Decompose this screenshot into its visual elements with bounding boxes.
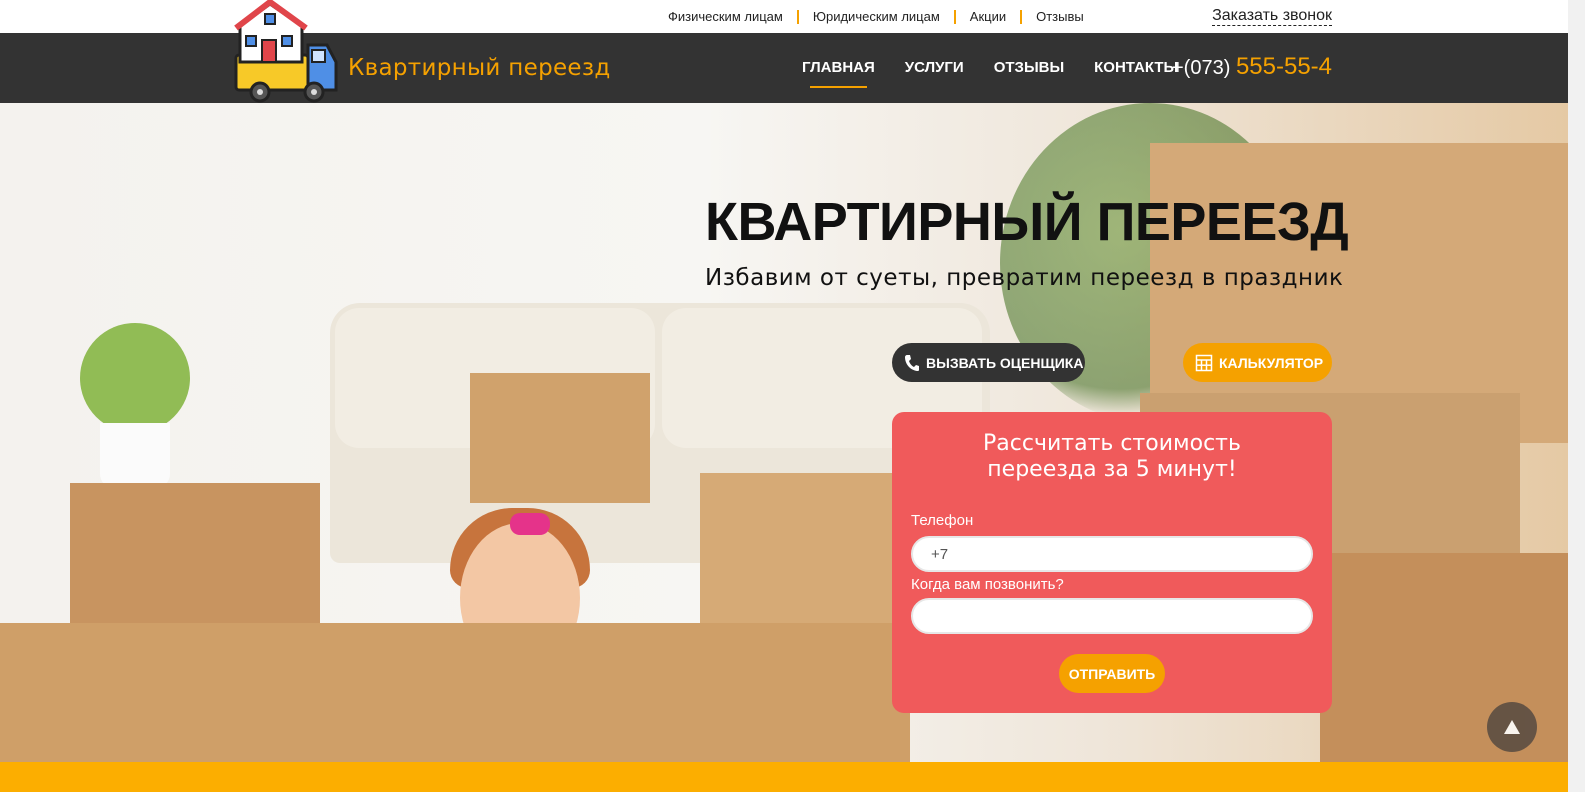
- nav-item-contacts[interactable]: КОНТАКТЫ: [1094, 59, 1178, 76]
- phone-icon: [905, 354, 919, 371]
- call-time-field[interactable]: [911, 598, 1313, 634]
- cardboard-box-image: [0, 623, 910, 762]
- nav-item-home[interactable]: ГЛАВНАЯ: [802, 59, 875, 88]
- phone-label: Телефон: [911, 512, 974, 529]
- hero-title: КВАРТИРНЫЙ ПЕРЕЕЗД: [705, 192, 1349, 252]
- calculator-icon: [1195, 354, 1213, 371]
- form-title: Рассчитать стоимость переезда за 5 минут…: [892, 431, 1332, 483]
- calculator-label: КАЛЬКУЛЯТОР: [1219, 354, 1324, 371]
- phone-field[interactable]: [911, 536, 1313, 572]
- child-bow-image: [510, 513, 550, 535]
- plant-pot-image: [100, 423, 170, 488]
- callback-link[interactable]: Заказать звонок: [1212, 7, 1332, 26]
- brand-name[interactable]: Квартирный переезд: [348, 55, 611, 81]
- scroll-to-top-button[interactable]: [1487, 702, 1537, 752]
- call-appraiser-button[interactable]: ВЫЗВАТЬ ОЦЕНЩИКА: [892, 343, 1085, 382]
- calculator-button[interactable]: КАЛЬКУЛЯТОР: [1183, 343, 1332, 382]
- link-reviews[interactable]: Отзывы: [1036, 9, 1084, 24]
- form-title-line2: переезда за 5 минут!: [987, 457, 1237, 482]
- link-individuals[interactable]: Физическим лицам: [668, 9, 783, 24]
- phone-prefix: +(073): [1172, 57, 1231, 79]
- hero-section: КВАРТИРНЫЙ ПЕРЕЕЗД Избавим от суеты, пре…: [0, 103, 1568, 762]
- nav-item-services[interactable]: УСЛУГИ: [905, 59, 964, 76]
- link-legal-entities[interactable]: Юридическим лицам: [813, 9, 940, 24]
- top-links: Физическим лицам Юридическим лицам Акции…: [668, 9, 1084, 24]
- cardboard-box-image: [470, 373, 650, 503]
- call-appraiser-label: ВЫЗВАТЬ ОЦЕНЩИКА: [926, 354, 1084, 371]
- form-title-line1: Рассчитать стоимость: [983, 431, 1241, 456]
- bottom-accent-strip: [0, 762, 1568, 792]
- phone-number[interactable]: +(073) 555-55-4: [1172, 53, 1332, 81]
- cost-request-form: Рассчитать стоимость переезда за 5 минут…: [892, 412, 1332, 713]
- call-time-label: Когда вам позвонить?: [911, 576, 1064, 593]
- divider: [953, 9, 956, 24]
- logo-truck-icon[interactable]: [232, 0, 342, 104]
- link-promotions[interactable]: Акции: [970, 9, 1006, 24]
- arrow-up-icon: [1504, 720, 1520, 734]
- nav-item-reviews[interactable]: ОТЗЫВЫ: [994, 59, 1064, 76]
- hero-subtitle: Избавим от суеты, превратим переезд в пр…: [705, 265, 1344, 291]
- phone-main: 555-55-4: [1235, 53, 1333, 80]
- potted-plant-image: [80, 323, 190, 433]
- divider: [796, 9, 799, 24]
- submit-button[interactable]: ОТПРАВИТЬ: [1059, 654, 1165, 693]
- divider: [1020, 9, 1023, 24]
- scrollbar[interactable]: [1568, 0, 1585, 792]
- main-nav: ГЛАВНАЯ УСЛУГИ ОТЗЫВЫ КОНТАКТЫ: [802, 59, 1208, 88]
